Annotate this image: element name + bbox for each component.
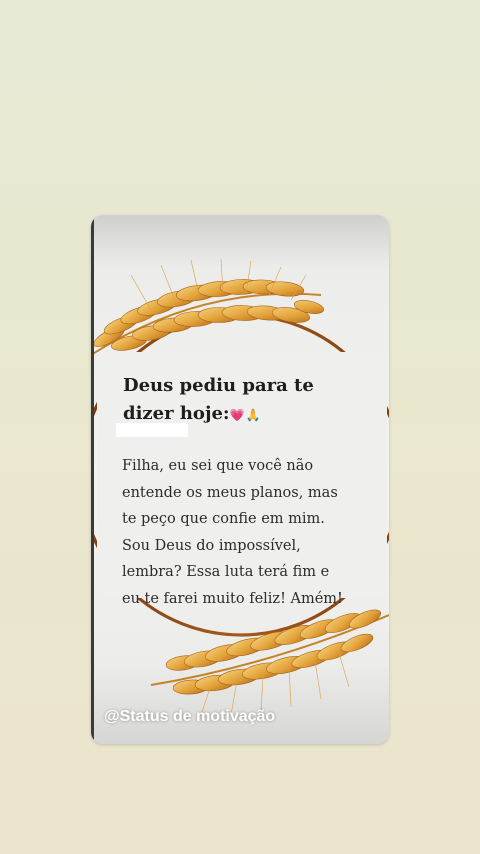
message-line: Filha, eu sei que você não [122,458,314,474]
heart-praying-hands-icon: 💗🙏 [229,408,262,422]
message-line: te peço que confie em mim. [122,511,325,527]
watermark-handle: @Status de motivação [104,708,276,725]
post-message: Filha, eu sei que você não entende os me… [122,453,372,612]
heading-line-2: dizer hoje: [123,403,230,424]
post-heading: Deus pediu para te dizer hoje:💗🙏 [123,372,353,429]
message-line: eu te farei muito feliz! Amém! [122,590,343,607]
message-line: lembra? Essa luta terá fim e [122,564,330,580]
top-wheat-ear [91,258,325,356]
card-edge [91,215,94,744]
bottom-wheat-ear [150,609,389,716]
status-post-card[interactable]: Deus pediu para te dizer hoje:💗🙏 Filha, … [91,215,389,744]
message-line: Sou Deus do impossível, [122,537,301,554]
heading-line-1: Deus pediu para te [123,375,314,396]
message-line: entende os meus planos, mas [122,484,338,501]
redaction-bar [116,423,188,437]
